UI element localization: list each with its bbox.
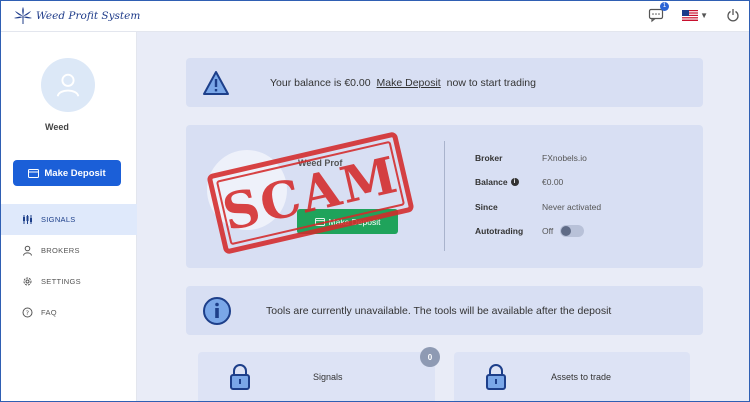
balance-value: €0.00 bbox=[542, 177, 564, 187]
tools-alert: Tools are currently unavailable. The too… bbox=[186, 286, 703, 335]
lock-icon bbox=[230, 364, 250, 390]
tools-alert-text: Tools are currently unavailable. The too… bbox=[266, 304, 612, 317]
user-icon bbox=[23, 245, 32, 256]
balance-alert-prefix: Your balance is €0.00 bbox=[270, 76, 371, 89]
gear-icon bbox=[23, 277, 32, 286]
autotrading-row: Autotrading Off bbox=[475, 225, 585, 237]
balance-alert-suffix: now to start trading bbox=[446, 76, 536, 89]
sidebar-item-signals[interactable]: SIGNALS bbox=[0, 204, 137, 235]
sidebar-item-settings[interactable]: SETTINGS bbox=[0, 266, 137, 297]
power-icon[interactable] bbox=[726, 8, 740, 22]
user-avatar-icon bbox=[56, 73, 80, 97]
username: Weed bbox=[45, 122, 69, 132]
autotrading-toggle[interactable] bbox=[560, 225, 585, 237]
sidebar-item-brokers[interactable]: BROKERS bbox=[0, 235, 137, 266]
cannabis-leaf-icon bbox=[14, 7, 32, 24]
credit-card-icon bbox=[28, 168, 40, 178]
divider bbox=[444, 141, 445, 251]
since-key: Since bbox=[475, 202, 498, 212]
us-flag-icon[interactable] bbox=[682, 9, 699, 21]
sidebar-item-faq[interactable]: ? FAQ bbox=[0, 297, 137, 328]
make-deposit-link[interactable]: Make Deposit bbox=[377, 77, 441, 89]
sidebar-item-label: BROKERS bbox=[41, 246, 80, 255]
top-header: Weed Profit System 1 ▼ bbox=[0, 0, 750, 32]
broker-row: Broker FXnobels.io bbox=[475, 153, 587, 163]
make-deposit-button[interactable]: Make Deposit bbox=[13, 160, 121, 186]
balance-alert: Your balance is €0.00 Make Deposit now t… bbox=[186, 58, 703, 107]
make-deposit-label: Make Deposit bbox=[44, 167, 106, 179]
lock-icon bbox=[486, 364, 506, 390]
sidebar: Weed Make Deposit SIGNALS BROKERS SETTIN… bbox=[0, 32, 137, 402]
signals-tool-card[interactable]: Signals bbox=[198, 352, 435, 402]
signals-count-badge: 0 bbox=[420, 347, 440, 367]
assets-tool-card[interactable]: Assets to trade bbox=[454, 352, 690, 402]
balance-key: Balance bbox=[475, 177, 508, 187]
info-circle-icon bbox=[203, 296, 231, 325]
avatar[interactable] bbox=[41, 58, 95, 112]
chat-icon[interactable]: 1 bbox=[648, 2, 670, 23]
sidebar-item-label: SIGNALS bbox=[41, 215, 76, 224]
since-value: Never activated bbox=[542, 202, 602, 212]
since-row: Since Never activated bbox=[475, 202, 601, 212]
sidebar-item-label: FAQ bbox=[41, 308, 57, 317]
logo-text: Weed Profit System bbox=[36, 10, 141, 22]
chat-badge: 1 bbox=[660, 2, 670, 11]
svg-text:?: ? bbox=[26, 309, 30, 317]
autotrading-key: Autotrading bbox=[475, 226, 524, 236]
signals-icon bbox=[23, 215, 32, 224]
autotrading-value: Off bbox=[542, 226, 554, 236]
balance-key-wrap: Balance i bbox=[475, 177, 542, 187]
balance-row: Balance i €0.00 bbox=[475, 177, 563, 187]
assets-tool-label: Assets to trade bbox=[551, 372, 612, 382]
warning-icon bbox=[203, 70, 229, 95]
question-icon: ? bbox=[22, 307, 33, 318]
broker-value: FXnobels.io bbox=[542, 153, 587, 163]
sidebar-item-label: SETTINGS bbox=[41, 277, 81, 286]
sidebar-nav: SIGNALS BROKERS SETTINGS ? FAQ bbox=[0, 204, 137, 328]
app-logo[interactable]: Weed Profit System bbox=[12, 6, 140, 26]
info-icon[interactable]: i bbox=[510, 178, 519, 186]
broker-key: Broker bbox=[475, 153, 503, 163]
signals-tool-label: Signals bbox=[313, 372, 343, 382]
chevron-down-icon[interactable]: ▼ bbox=[700, 11, 708, 20]
